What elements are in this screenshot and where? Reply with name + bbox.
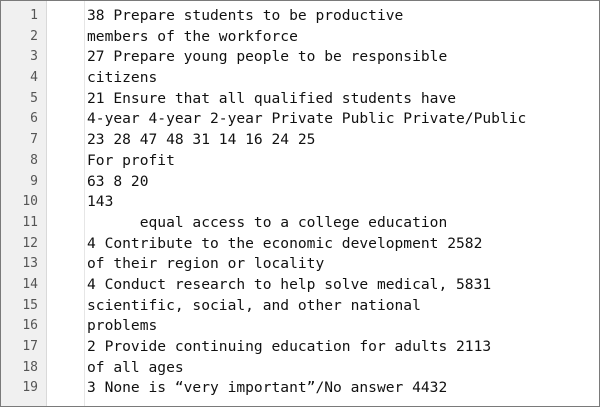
line-number: 15 <box>22 297 38 313</box>
code-line[interactable]: 23 28 47 48 31 14 16 24 25 <box>85 130 599 151</box>
line-number: 1 <box>30 8 38 23</box>
code-line[interactable]: 4 Conduct research to help solve medical… <box>85 275 599 296</box>
code-line[interactable]: equal access to a college education <box>85 213 599 234</box>
code-line[interactable]: problems <box>85 316 599 337</box>
line-number: 14 <box>22 276 38 292</box>
line-number: 12 <box>22 235 38 251</box>
code-area[interactable]: 38 Prepare students to be productive mem… <box>85 1 599 406</box>
line-number: 19 <box>22 380 38 396</box>
line-number: 11 <box>22 214 38 230</box>
code-line[interactable]: of their region or locality <box>85 254 599 275</box>
line-number-gutter: 1 2 3 4 5 6 7 8 9 10 11 12 13 14 15 16 1… <box>1 1 47 406</box>
code-line[interactable]: 4-year 4-year 2-year Private Public Priv… <box>85 109 599 130</box>
code-line[interactable]: members of the workforce <box>85 27 599 48</box>
line-number: 13 <box>22 256 38 272</box>
code-line[interactable]: 4 Contribute to the economic development… <box>85 234 599 255</box>
code-line[interactable]: 27 Prepare young people to be responsibl… <box>85 47 599 68</box>
code-line[interactable]: For profit <box>85 151 599 172</box>
code-line[interactable]: 38 Prepare students to be productive <box>85 6 599 27</box>
code-line[interactable]: citizens <box>85 68 599 89</box>
line-number: 8 <box>30 152 38 168</box>
line-number: 2 <box>30 28 38 44</box>
line-number: 3 <box>30 49 38 65</box>
line-number: 10 <box>22 194 38 210</box>
line-number: 7 <box>30 132 38 148</box>
line-number: 17 <box>22 339 38 354</box>
code-line[interactable]: 21 Ensure that all qualified students ha… <box>85 89 599 110</box>
fold-margin <box>47 1 85 406</box>
line-number: 18 <box>22 359 38 375</box>
line-number: 16 <box>22 318 38 334</box>
line-number: 4 <box>30 70 38 86</box>
code-line[interactable]: 2 Provide continuing education for adult… <box>85 337 599 358</box>
line-number: 5 <box>30 90 38 106</box>
code-line[interactable]: scientific, social, and other national <box>85 296 599 317</box>
line-number: 9 <box>30 173 38 189</box>
code-line[interactable]: 143 <box>85 192 599 213</box>
line-number: 6 <box>30 111 38 127</box>
code-line[interactable]: of all ages <box>85 358 599 379</box>
code-line[interactable]: 63 8 20 <box>85 172 599 193</box>
text-editor[interactable]: 1 2 3 4 5 6 7 8 9 10 11 12 13 14 15 16 1… <box>0 0 600 407</box>
code-line[interactable]: 3 None is “very important”/No answer 443… <box>85 378 599 399</box>
